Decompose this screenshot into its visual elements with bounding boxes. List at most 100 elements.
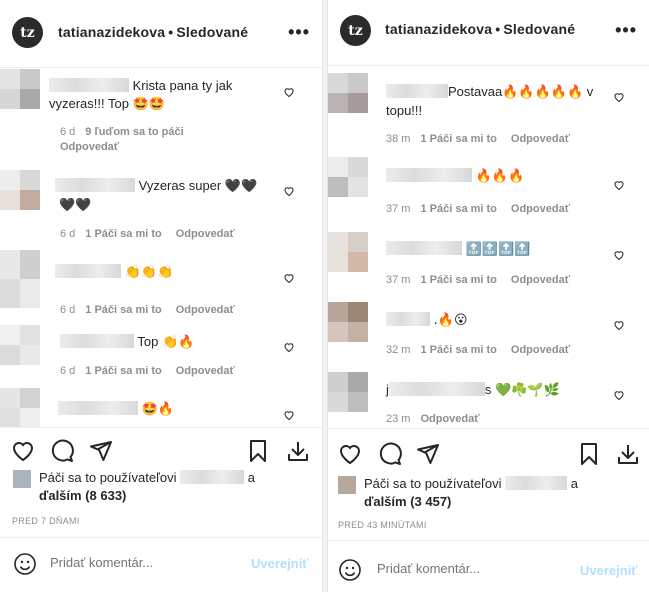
- likes-count-link[interactable]: ďalším (3 457): [364, 494, 451, 509]
- post-age[interactable]: PRED 7 DŇAMI: [12, 516, 80, 526]
- comment-heart-icon[interactable]: [613, 179, 625, 191]
- comment-item: 🔝🔝🔝🔝 37 m 1 Páči sa mi to Odpovedať: [328, 232, 649, 292]
- commenter-avatar[interactable]: [0, 325, 40, 365]
- blurred-username[interactable]: [180, 470, 245, 484]
- comment-heart-icon[interactable]: [283, 409, 295, 421]
- post-comment-button[interactable]: Uverejniť: [251, 556, 309, 571]
- comment-likes-count[interactable]: 1 Páči sa mi to: [85, 304, 161, 316]
- reply-button[interactable]: Odpovedať: [511, 203, 570, 215]
- comment-likes-count[interactable]: 9 ľuďom sa to páči: [85, 126, 183, 138]
- download-icon[interactable]: [286, 439, 310, 463]
- likes-summary: Páči sa to používateľovi a ďalším (3 457…: [364, 476, 578, 509]
- comment-heart-icon[interactable]: [613, 319, 625, 331]
- comment-heart-icon[interactable]: [283, 86, 295, 98]
- blurred-username[interactable]: [58, 401, 138, 415]
- reply-button[interactable]: Odpovedať: [511, 133, 570, 145]
- blurred-username[interactable]: [388, 382, 485, 396]
- comment-item: 🤩🔥: [0, 388, 322, 428]
- comment-text: Vyzeras super 🖤🖤 🖤🖤: [55, 177, 275, 215]
- share-icon[interactable]: [89, 439, 113, 463]
- reply-button[interactable]: Odpovedať: [176, 228, 235, 240]
- comment-likes-count[interactable]: 1 Páči sa mi to: [85, 365, 161, 377]
- blurred-username[interactable]: [49, 78, 129, 92]
- commenter-avatar[interactable]: [328, 302, 368, 342]
- comment-time[interactable]: 6 d: [60, 365, 75, 377]
- comment-icon[interactable]: [378, 442, 402, 466]
- like-heart-icon[interactable]: [338, 442, 362, 466]
- comment-time[interactable]: 37 m: [386, 274, 410, 286]
- blurred-username[interactable]: [386, 168, 472, 182]
- commenter-avatar[interactable]: [0, 69, 40, 109]
- commenter-avatar[interactable]: [328, 372, 368, 412]
- post-panel-left: tz tatianazidekova • Sledované ••• Krista …: [0, 0, 323, 592]
- bookmark-icon[interactable]: [577, 442, 601, 466]
- reply-button[interactable]: Odpovedať: [176, 365, 235, 377]
- commenter-avatar[interactable]: [328, 232, 368, 272]
- reply-button[interactable]: Odpovedať: [511, 274, 570, 286]
- reply-button[interactable]: Odpovedať: [176, 304, 235, 316]
- comment-input[interactable]: [50, 555, 230, 570]
- download-icon[interactable]: [616, 442, 640, 466]
- blurred-username[interactable]: [55, 178, 135, 192]
- comment-heart-icon[interactable]: [283, 185, 295, 197]
- comment-text: 🔥🔥🔥: [386, 167, 601, 186]
- commenter-avatar[interactable]: [0, 388, 40, 428]
- comment-meta: 6 d 1 Páči sa mi to Odpovedať: [60, 228, 235, 240]
- comment-time[interactable]: 38 m: [386, 133, 410, 145]
- comment-heart-icon[interactable]: [613, 249, 625, 261]
- comment-heart-icon[interactable]: [283, 272, 295, 284]
- comment-likes-count[interactable]: 1 Páči sa mi to: [420, 133, 496, 145]
- username-link[interactable]: tatianazidekova: [385, 21, 492, 37]
- share-icon[interactable]: [416, 442, 440, 466]
- comment-meta: 37 m 1 Páči sa mi to Odpovedať: [386, 274, 570, 286]
- comment-time[interactable]: 23 m: [386, 413, 410, 425]
- comment-item: Postavaa🔥🔥🔥🔥🔥 v topu!!! 38 m 1 Páči sa mi…: [328, 73, 649, 153]
- comment-likes-count[interactable]: 1 Páči sa mi to: [420, 344, 496, 356]
- comment-likes-count[interactable]: 1 Páči sa mi to: [420, 203, 496, 215]
- follow-status-button[interactable]: Sledované: [176, 24, 248, 40]
- liker-avatar[interactable]: [338, 476, 356, 494]
- comment-heart-icon[interactable]: [613, 389, 625, 401]
- comment-item: Krista pana ty jak vyzeras!!! Top 🤩🤩 6 d…: [0, 69, 322, 159]
- comment-time[interactable]: 37 m: [386, 203, 410, 215]
- commenter-avatar[interactable]: [328, 157, 368, 197]
- comment-icon[interactable]: [50, 439, 74, 463]
- comment-input[interactable]: [377, 561, 557, 576]
- emoji-smiley-icon[interactable]: [338, 558, 362, 582]
- likes-count-link[interactable]: ďalším (8 633): [39, 488, 126, 503]
- post-actions: Páči sa to používateľovi a ďalším (8 633…: [0, 427, 322, 537]
- comment-time[interactable]: 32 m: [386, 344, 410, 356]
- add-comment-bar: Uverejniť: [328, 540, 649, 592]
- like-heart-icon[interactable]: [11, 439, 35, 463]
- post-age[interactable]: PRED 43 MINÚTAMI: [338, 520, 427, 530]
- more-options-icon[interactable]: •••: [288, 22, 310, 43]
- blurred-username[interactable]: [60, 334, 134, 348]
- comment-likes-count[interactable]: 1 Páči sa mi to: [420, 274, 496, 286]
- bookmark-icon[interactable]: [246, 439, 270, 463]
- comment-time[interactable]: 6 d: [60, 228, 75, 240]
- commenter-avatar[interactable]: [328, 73, 368, 113]
- comment-time[interactable]: 6 d: [60, 304, 75, 316]
- username-link[interactable]: tatianazidekova: [58, 24, 165, 40]
- reply-button[interactable]: Odpovedať: [511, 344, 570, 356]
- blurred-username[interactable]: [505, 476, 568, 490]
- follow-status-button[interactable]: Sledované: [503, 21, 575, 37]
- emoji-smiley-icon[interactable]: [13, 552, 37, 576]
- commenter-avatar[interactable]: [0, 250, 40, 308]
- profile-avatar[interactable]: tz: [12, 17, 43, 48]
- comment-likes-count[interactable]: 1 Páči sa mi to: [85, 228, 161, 240]
- comment-heart-icon[interactable]: [283, 341, 295, 353]
- blurred-username[interactable]: [55, 264, 121, 278]
- profile-avatar[interactable]: tz: [340, 15, 371, 46]
- comment-time[interactable]: 6 d: [60, 126, 75, 138]
- liker-avatar[interactable]: [13, 470, 31, 488]
- blurred-username[interactable]: [386, 84, 448, 98]
- comment-heart-icon[interactable]: [613, 91, 625, 103]
- blurred-username[interactable]: [386, 312, 430, 326]
- blurred-username[interactable]: [386, 241, 462, 255]
- reply-button[interactable]: Odpovedať: [420, 413, 479, 425]
- post-comment-button[interactable]: Uverejniť: [580, 563, 638, 578]
- reply-button[interactable]: Odpovedať: [60, 141, 119, 153]
- commenter-avatar[interactable]: [0, 170, 40, 210]
- more-options-icon[interactable]: •••: [615, 20, 637, 41]
